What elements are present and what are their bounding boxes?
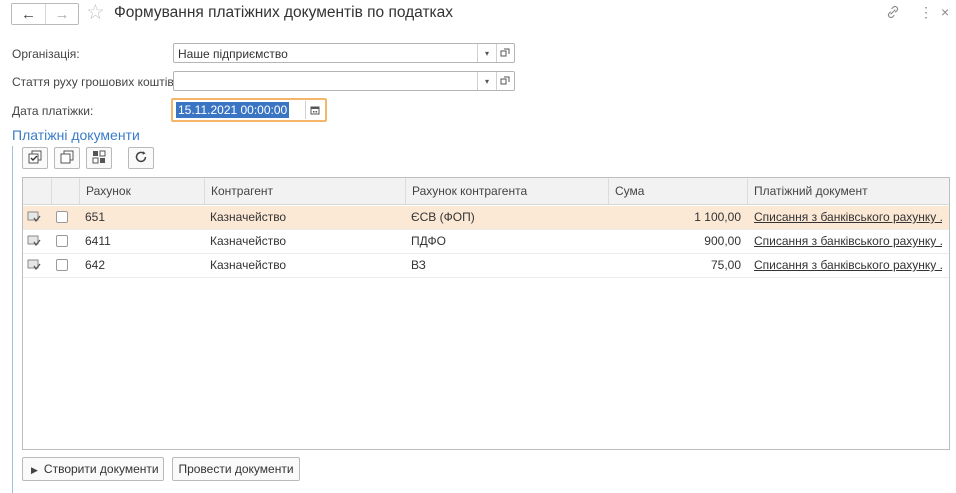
create-documents-button[interactable]: ▶ Створити документи (22, 457, 164, 481)
table-row[interactable]: 642 Казначейство ВЗ 75,00 Списання з банківс… (23, 254, 949, 278)
open-item-icon[interactable] (497, 44, 513, 62)
forward-button[interactable]: → (45, 4, 78, 24)
document-row-icon (27, 235, 41, 247)
row-checkbox[interactable] (56, 235, 68, 247)
date-field[interactable]: 15.11.2021 00:00:00 (171, 98, 327, 122)
link-icon[interactable] (886, 5, 900, 22)
column-header-counterparty[interactable]: Контрагент (204, 178, 405, 204)
cell-counterparty-account: ЄСВ (ФОП) (411, 210, 475, 224)
open-item-icon[interactable] (497, 72, 513, 90)
field-divider (477, 44, 478, 62)
cashflow-field[interactable]: ▾ (173, 71, 515, 91)
document-row-icon (27, 259, 41, 271)
row-checkbox[interactable] (56, 211, 68, 223)
cell-counterparty: Казначейство (210, 258, 287, 272)
table-row[interactable]: 6411 Казначейство ПДФО 900,00 Списання з бан… (23, 230, 949, 254)
table-row[interactable]: 651 Казначейство ЄСВ (ФОП) 1 100,00 Списання… (23, 206, 949, 230)
section-group-line (12, 146, 13, 493)
close-icon[interactable]: × (941, 4, 949, 20)
cell-counterparty-account: ВЗ (411, 258, 426, 272)
calendar-icon[interactable] (305, 101, 323, 119)
favorite-star-icon[interactable]: ☆ (86, 2, 105, 24)
back-button[interactable]: ← (12, 4, 45, 24)
organization-label: Організація: (12, 47, 80, 61)
select-all-button[interactable] (22, 147, 48, 169)
payment-document-link[interactable]: Списання з банківського рахунку ... (754, 206, 942, 229)
create-documents-label: Створити документи (43, 462, 159, 476)
field-divider (477, 72, 478, 90)
payment-documents-table: Рахунок Контрагент Рахунок контрагента С… (22, 177, 950, 450)
checkbox-column-header (51, 178, 79, 204)
cell-counterparty: Казначейство (210, 234, 287, 248)
post-documents-label: Провести документи (178, 462, 294, 476)
cell-amount: 75,00 (710, 258, 741, 272)
deselect-all-button[interactable] (54, 147, 80, 169)
date-label: Дата платіжки: (12, 104, 94, 118)
title-bar: ← → ☆ Формування платіжних документів по… (0, 0, 956, 30)
column-header-account[interactable]: Рахунок (79, 178, 204, 204)
forward-arrow-icon: → (54, 5, 70, 23)
cell-counterparty-account: ПДФО (411, 234, 446, 248)
column-header-counterparty-account[interactable]: Рахунок контрагента (405, 178, 608, 204)
payment-document-link[interactable]: Списання з банківського рахунку ... (754, 230, 942, 253)
dropdown-arrow-icon[interactable]: ▾ (479, 44, 495, 62)
row-checkbox[interactable] (56, 259, 68, 271)
cell-counterparty: Казначейство (210, 210, 287, 224)
post-documents-button[interactable]: Провести документи (172, 457, 300, 481)
refresh-button[interactable] (128, 147, 154, 169)
navigation-group: ← → (11, 3, 79, 25)
cell-account: 651 (85, 210, 106, 224)
cell-amount: 900,00 (704, 234, 741, 248)
page-title: Формування платіжних документів по подат… (114, 4, 454, 21)
more-actions-icon[interactable]: ⋮ (919, 4, 933, 21)
play-icon: ▶ (31, 465, 38, 475)
section-title: Платіжні документи (12, 127, 140, 143)
organization-field[interactable]: Наше підприємство ▾ (173, 43, 515, 63)
icon-column-header (23, 178, 51, 204)
deselect-all-icon (60, 150, 74, 167)
select-all-icon (28, 150, 42, 167)
cell-account: 642 (85, 258, 106, 272)
column-header-payment-document[interactable]: Платіжний документ (747, 178, 949, 204)
dropdown-arrow-icon[interactable]: ▾ (479, 72, 495, 90)
table-header: Рахунок Контрагент Рахунок контрагента С… (23, 178, 949, 205)
date-value: 15.11.2021 00:00:00 (176, 102, 290, 118)
invert-selection-button[interactable] (86, 147, 112, 169)
cashflow-label: Стаття руху грошових коштів: (12, 75, 178, 89)
back-arrow-icon: ← (21, 5, 36, 23)
cell-amount: 1 100,00 (694, 210, 741, 224)
cell-account: 6411 (85, 234, 111, 248)
document-row-icon (27, 211, 41, 223)
column-header-amount[interactable]: Сума (608, 178, 747, 204)
payment-document-link[interactable]: Списання з банківського рахунку ... (754, 254, 942, 277)
refresh-icon (134, 150, 148, 167)
invert-selection-icon (92, 150, 106, 167)
organization-value: Наше підприємство (178, 47, 288, 61)
